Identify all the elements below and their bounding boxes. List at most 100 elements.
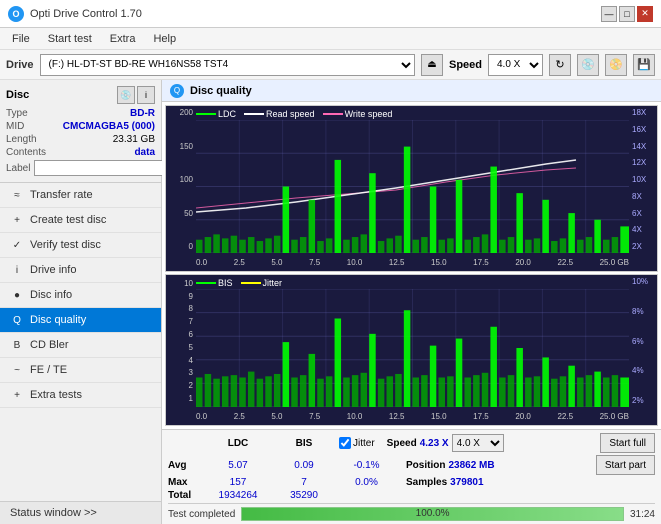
position-value: 23862 MB bbox=[448, 460, 494, 471]
disc-icon-button[interactable]: 💿 bbox=[577, 54, 599, 76]
extra-tests-icon: + bbox=[10, 388, 24, 402]
samples-value: 379801 bbox=[450, 477, 483, 488]
jitter-checkbox[interactable] bbox=[339, 437, 351, 449]
sidebar-item-verify-test-disc[interactable]: ✓ Verify test disc bbox=[0, 233, 161, 258]
sidebar-item-create-test-disc-label: Create test disc bbox=[30, 214, 106, 226]
chart2-legend: BIS Jitter bbox=[196, 278, 282, 288]
speed-select[interactable]: 4.0 X bbox=[488, 54, 543, 76]
avg-label: Avg bbox=[168, 460, 203, 471]
menu-file[interactable]: File bbox=[4, 31, 38, 47]
refresh-button[interactable]: ↻ bbox=[549, 54, 571, 76]
stats-area: LDC BIS Jitter Speed 4.23 X 4.0 X Start … bbox=[162, 429, 661, 524]
avg-bis: 0.09 bbox=[273, 460, 335, 471]
menu-help[interactable]: Help bbox=[145, 31, 184, 47]
disc-quality-header-icon: Q bbox=[170, 84, 184, 98]
total-label: Total bbox=[168, 490, 203, 501]
sidebar-item-transfer-rate-label: Transfer rate bbox=[30, 189, 93, 201]
start-full-button[interactable]: Start full bbox=[600, 433, 655, 453]
save-button[interactable]: 💾 bbox=[633, 54, 655, 76]
close-button[interactable]: ✕ bbox=[637, 6, 653, 22]
sidebar-item-disc-info-label: Disc info bbox=[30, 289, 72, 301]
chart2-x-axis: 0.0 2.5 5.0 7.5 10.0 12.5 15.0 17.5 20.0… bbox=[196, 407, 629, 425]
fe-te-icon: ~ bbox=[10, 363, 24, 377]
legend-write-speed-label: Write speed bbox=[345, 109, 393, 119]
disc-type-row: Type BD-R bbox=[6, 108, 155, 119]
disc-contents-row: Contents data bbox=[6, 147, 155, 158]
speed-current-value: 4.23 X bbox=[420, 438, 449, 449]
titlebar: O Opti Drive Control 1.70 — □ ✕ bbox=[0, 0, 661, 28]
sidebar-item-cd-bler[interactable]: B CD Bler bbox=[0, 333, 161, 358]
chart1-y-axis-right: 18X 16X 14X 12X 10X 8X 6X 4X 2X bbox=[629, 106, 657, 253]
position-label: Position bbox=[406, 460, 445, 471]
chart1-legend: LDC Read speed Write speed bbox=[196, 109, 392, 119]
legend-write-speed: Write speed bbox=[323, 109, 393, 119]
disc-icons: 💿 i bbox=[117, 86, 155, 104]
jitter-check-group: Jitter bbox=[339, 437, 375, 449]
chart1-grid bbox=[196, 120, 629, 253]
samples-info: Samples 379801 bbox=[406, 477, 484, 488]
chart2-y-axis-left: 10 9 8 7 6 5 4 3 2 1 bbox=[166, 275, 196, 407]
legend-ldc-label: LDC bbox=[218, 109, 236, 119]
window-controls: — □ ✕ bbox=[601, 6, 653, 22]
sidebar-item-disc-quality-label: Disc quality bbox=[30, 314, 86, 326]
total-ldc: 1934264 bbox=[207, 490, 269, 501]
chart1-svg bbox=[196, 120, 629, 253]
samples-label: Samples bbox=[406, 477, 447, 488]
chart1-y-axis-left: 200 150 100 50 0 bbox=[166, 106, 196, 253]
disc-header: Disc 💿 i bbox=[6, 86, 155, 104]
stats-row-avg: Avg 5.07 0.09 -0.1% Position 23862 MB St… bbox=[168, 455, 655, 475]
disc-label-row: Label ✎ bbox=[6, 160, 155, 176]
progress-bar-container: 100.0% bbox=[241, 507, 624, 521]
verify-test-disc-icon: ✓ bbox=[10, 238, 24, 252]
disc-mid-value: CMCMAGBA5 (000) bbox=[63, 121, 155, 132]
transfer-rate-icon: ≈ bbox=[10, 188, 24, 202]
eject-button[interactable]: ⏏ bbox=[421, 54, 443, 76]
disc-contents-label: Contents bbox=[6, 147, 46, 158]
sidebar-item-transfer-rate[interactable]: ≈ Transfer rate bbox=[0, 183, 161, 208]
disc-quality-icon: Q bbox=[10, 313, 24, 327]
disc-icon1[interactable]: 💿 bbox=[117, 86, 135, 104]
menu-extra[interactable]: Extra bbox=[102, 31, 144, 47]
main-container: Disc 💿 i Type BD-R MID CMCMAGBA5 (000) L… bbox=[0, 80, 661, 524]
disc-length-label: Length bbox=[6, 134, 37, 145]
legend-read-speed: Read speed bbox=[244, 109, 315, 119]
speed-dropdown[interactable]: 4.0 X bbox=[452, 434, 504, 452]
disc-info-icon: ● bbox=[10, 288, 24, 302]
drive-label: Drive bbox=[6, 59, 34, 71]
sidebar-item-cd-bler-label: CD Bler bbox=[30, 339, 69, 351]
start-part-button[interactable]: Start part bbox=[596, 455, 655, 475]
sidebar-item-disc-info[interactable]: ● Disc info bbox=[0, 283, 161, 308]
sidebar-item-fe-te[interactable]: ~ FE / TE bbox=[0, 358, 161, 383]
sidebar-item-drive-info[interactable]: i Drive info bbox=[0, 258, 161, 283]
legend-bis-label: BIS bbox=[218, 278, 233, 288]
disc-icon-button2[interactable]: 📀 bbox=[605, 54, 627, 76]
speed-info: Speed 4.23 X 4.0 X bbox=[387, 434, 504, 452]
sidebar-item-create-test-disc[interactable]: + Create test disc bbox=[0, 208, 161, 233]
menubar: File Start test Extra Help bbox=[0, 28, 661, 50]
chart2-y-axis-right: 10% 8% 6% 4% 2% bbox=[629, 275, 657, 407]
status-window-button[interactable]: Status window >> bbox=[0, 501, 161, 524]
time-text: 31:24 bbox=[630, 509, 655, 520]
disc-label-input[interactable] bbox=[34, 160, 168, 176]
sidebar-item-fe-te-label: FE / TE bbox=[30, 364, 67, 376]
jitter-label: Jitter bbox=[353, 438, 375, 449]
sidebar-item-disc-quality[interactable]: Q Disc quality bbox=[0, 308, 161, 333]
minimize-button[interactable]: — bbox=[601, 6, 617, 22]
speed-label: Speed bbox=[449, 59, 482, 71]
progress-percent: 100.0% bbox=[242, 508, 623, 519]
maximize-button[interactable]: □ bbox=[619, 6, 635, 22]
sidebar-item-extra-tests-label: Extra tests bbox=[30, 389, 82, 401]
drive-select[interactable]: (F:) HL-DT-ST BD-RE WH16NS58 TST4 bbox=[40, 54, 415, 76]
content-area: Q Disc quality LDC Read speed bbox=[162, 80, 661, 524]
chart2-svg bbox=[196, 289, 629, 407]
disc-icon2[interactable]: i bbox=[137, 86, 155, 104]
legend-jitter-label: Jitter bbox=[263, 278, 283, 288]
stats-row-total: Total 1934264 35290 bbox=[168, 490, 655, 501]
speed-static-label: Speed bbox=[387, 438, 417, 449]
menu-start-test[interactable]: Start test bbox=[40, 31, 100, 47]
disc-length-value: 23.31 GB bbox=[113, 134, 155, 145]
disc-title: Disc bbox=[6, 89, 29, 101]
legend-bis: BIS bbox=[196, 278, 233, 288]
sidebar-item-extra-tests[interactable]: + Extra tests bbox=[0, 383, 161, 408]
disc-quality-header: Q Disc quality bbox=[162, 80, 661, 102]
